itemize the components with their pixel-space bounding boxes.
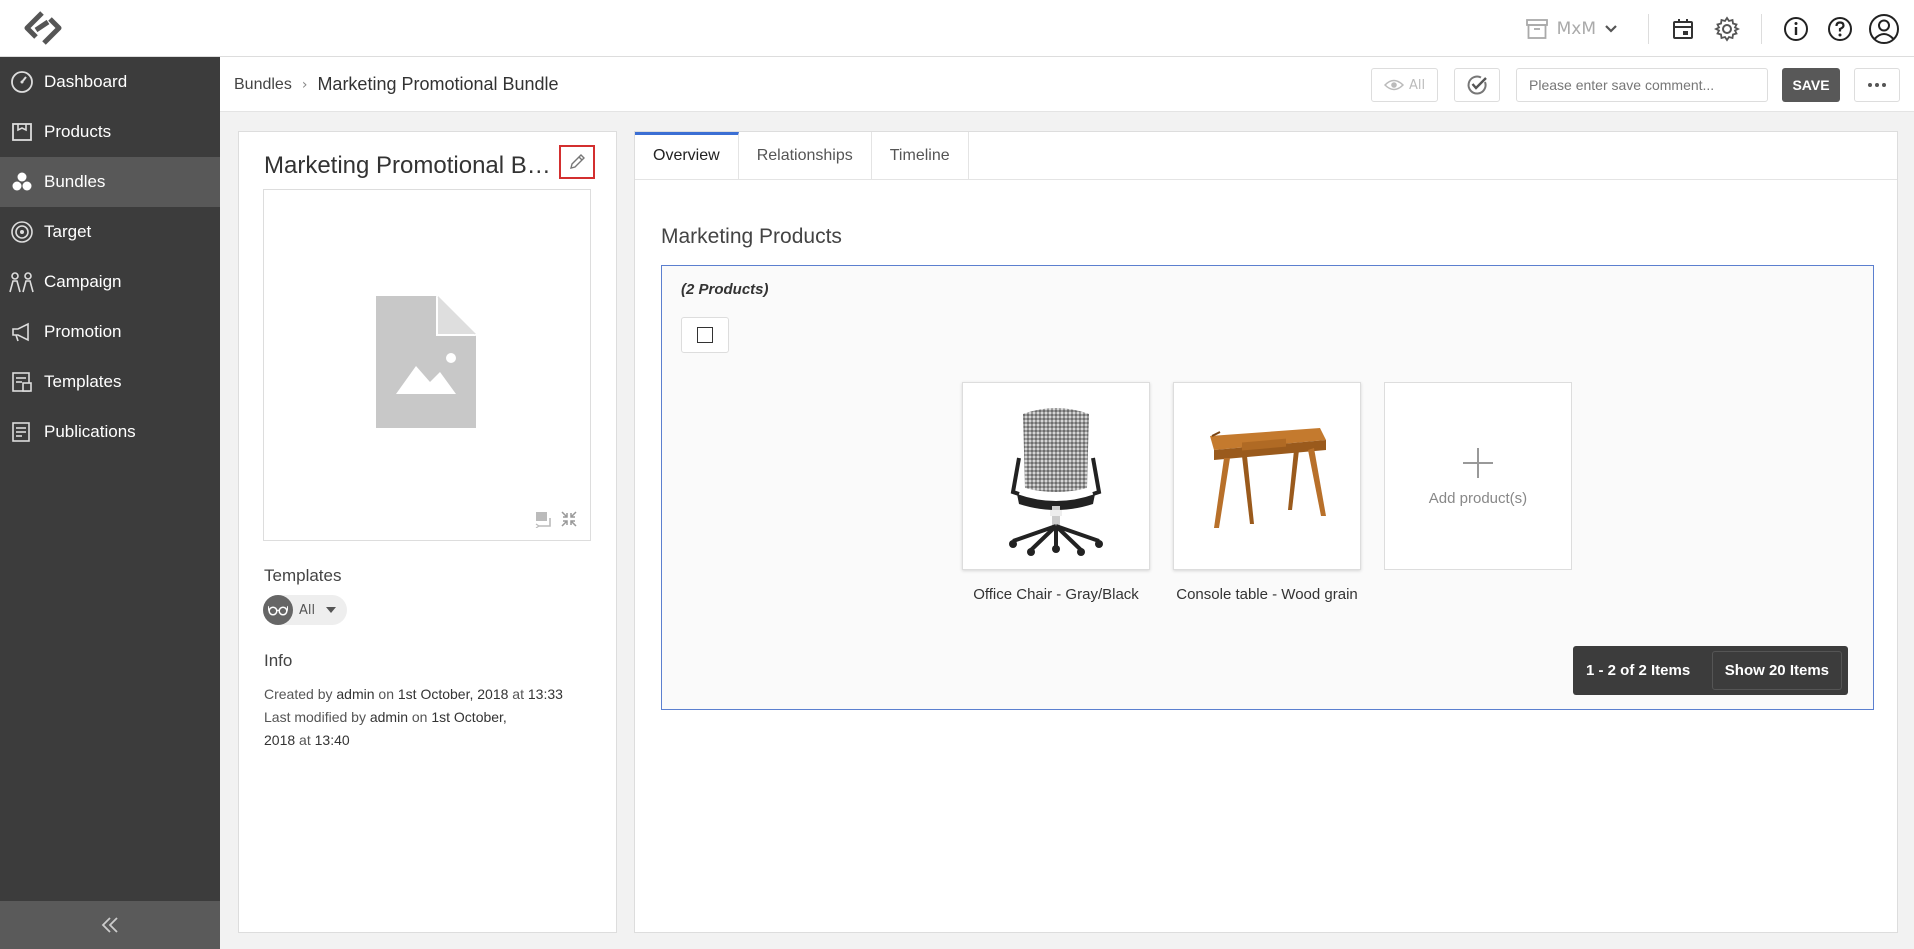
publications-icon — [8, 418, 36, 446]
user-icon[interactable] — [1868, 13, 1900, 45]
chevron-down-icon — [1605, 24, 1617, 33]
sidebar-item-label: Products — [44, 122, 112, 141]
sidebar-item-label: Promotion — [44, 322, 122, 341]
action-bar: Bundles › Marketing Promotional Bundle A… — [220, 57, 1914, 112]
pagination-count: 1 - 2 of 2 Items — [1586, 662, 1691, 679]
modified-date-year: 2018 — [264, 732, 296, 748]
eye-icon — [1383, 79, 1404, 91]
templates-icon — [8, 368, 36, 396]
sidebar-item-label: Dashboard — [44, 72, 128, 91]
bundle-title: Marketing Promotional Bundle — [264, 152, 554, 179]
check-button[interactable] — [1454, 68, 1500, 102]
save-button[interactable]: SAVE — [1782, 68, 1840, 102]
add-product-button[interactable]: Add product(s) — [1384, 382, 1572, 570]
sidebar-item-templates[interactable]: Templates — [0, 357, 220, 407]
office-chair-image — [1009, 408, 1103, 556]
marketing-products-title: Marketing Products — [661, 225, 842, 248]
breadcrumb-separator: › — [301, 76, 308, 93]
dashboard-icon — [8, 68, 36, 96]
divider — [1648, 13, 1649, 44]
sidebar-item-campaign[interactable]: Campaign — [0, 257, 220, 307]
caret-down-icon — [326, 607, 337, 613]
breadcrumb-bundles-link[interactable]: Bundles — [234, 76, 292, 94]
image-placeholder-icon — [376, 296, 476, 428]
pagination-bar: 1 - 2 of 2 Items Show 20 Items — [1573, 646, 1848, 695]
tab-timeline[interactable]: Timeline — [872, 132, 969, 180]
check-circle-icon — [1467, 75, 1487, 95]
campaign-icon — [8, 268, 36, 296]
bundle-content-panel: Overview Relationships Timeline Marketin… — [634, 131, 1898, 933]
gear-icon[interactable] — [1711, 13, 1743, 45]
templates-heading: Templates — [264, 566, 342, 585]
double-chevron-left-icon — [101, 917, 118, 933]
sidebar-item-label: Templates — [44, 372, 122, 391]
view-filter-button[interactable]: All — [1371, 68, 1438, 102]
created-date: 1st October, 2018 — [397, 686, 509, 702]
templates-filter-label: All — [299, 602, 316, 618]
sidebar-item-label: Publications — [44, 422, 136, 441]
workspace-selector[interactable]: MxM — [1525, 18, 1618, 40]
modified-info-cont: 2018 at 13:40 — [264, 732, 350, 748]
glasses-icon — [263, 595, 293, 625]
info-heading: Info — [264, 651, 293, 670]
more-options-button[interactable] — [1854, 68, 1900, 102]
product-name: Office Chair - Gray/Black — [973, 586, 1139, 603]
bundle-image-area[interactable] — [263, 189, 591, 541]
more-horizontal-icon — [1868, 83, 1886, 87]
templates-filter-dropdown[interactable]: All — [263, 595, 347, 625]
bundles-icon — [8, 168, 36, 196]
save-comment-input[interactable] — [1516, 68, 1768, 102]
marketing-products-list: (2 Products) Office Chair - Gray/Black C… — [661, 265, 1874, 710]
help-icon[interactable] — [1824, 13, 1856, 45]
workspace-label: MxM — [1556, 18, 1596, 39]
tab-overview[interactable]: Overview — [635, 132, 739, 180]
console-table-image — [1210, 428, 1326, 528]
select-all-checkbox[interactable] — [681, 317, 729, 353]
app-logo[interactable] — [18, 8, 68, 48]
promotion-icon — [8, 318, 36, 346]
add-product-label: Add product(s) — [1428, 489, 1528, 507]
sidebar-item-target[interactable]: Target — [0, 207, 220, 257]
sidebar-item-dashboard[interactable]: Dashboard — [0, 57, 220, 107]
product-name: Console table - Wood grain — [1176, 586, 1358, 603]
workspace-archive-icon — [1525, 18, 1548, 39]
top-bar: MxM — [0, 0, 1914, 57]
modified-time: 13:40 — [314, 732, 350, 748]
edit-title-button[interactable] — [559, 145, 595, 179]
view-filter-label: All — [1408, 77, 1426, 93]
created-info: Created by admin on 1st October, 2018 at… — [264, 686, 563, 702]
collapse-image-icon[interactable] — [560, 510, 578, 528]
sidebar-collapse-button[interactable] — [0, 901, 220, 949]
tab-bar: Overview Relationships Timeline — [635, 132, 1897, 180]
divider — [1761, 13, 1762, 44]
sidebar-item-publications[interactable]: Publications — [0, 407, 220, 457]
pencil-icon — [570, 154, 585, 169]
product-count: (2 Products) — [681, 281, 769, 298]
sidebar-item-label: Campaign — [44, 272, 122, 291]
info-icon[interactable] — [1780, 13, 1812, 45]
replace-image-icon[interactable] — [534, 510, 552, 528]
target-icon — [8, 218, 36, 246]
bundle-details-panel: Marketing Promotional Bundle Templates A… — [238, 131, 617, 933]
modified-info: Last modified by admin on 1st October, — [264, 709, 507, 725]
created-user: admin — [336, 686, 375, 702]
modified-date: 1st October, — [431, 709, 507, 725]
sidebar-item-bundles[interactable]: Bundles — [0, 157, 220, 207]
sidebar-item-products[interactable]: Products — [0, 107, 220, 157]
tab-relationships[interactable]: Relationships — [739, 132, 872, 180]
sidebar-item-promotion[interactable]: Promotion — [0, 307, 220, 357]
calendar-icon[interactable] — [1667, 13, 1699, 45]
page-size-button[interactable]: Show 20 Items — [1711, 651, 1842, 690]
products-icon — [8, 118, 36, 146]
page-title: Marketing Promotional Bundle — [317, 74, 559, 94]
sidebar: Dashboard Products Bundles Target Campai… — [0, 57, 220, 949]
sidebar-item-label: Target — [44, 222, 92, 241]
breadcrumb: Bundles › Marketing Promotional Bundle — [234, 57, 559, 112]
product-card-console-table[interactable] — [1173, 382, 1361, 570]
plus-icon — [1463, 447, 1493, 478]
product-card-office-chair[interactable] — [962, 382, 1150, 570]
modified-user: admin — [369, 709, 408, 725]
sidebar-item-label: Bundles — [44, 172, 106, 191]
created-time: 13:33 — [527, 686, 563, 702]
